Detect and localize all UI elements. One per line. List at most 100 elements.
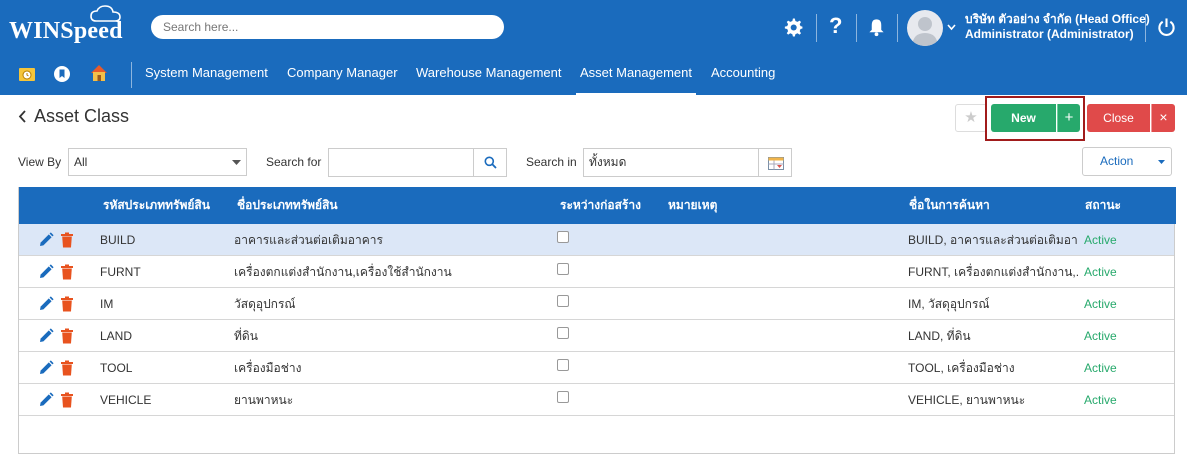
table-row[interactable]: LAND ที่ดิน LAND, ที่ดิน Active [19,320,1174,352]
user-name: Administrator (Administrator) [965,27,1134,41]
table-row[interactable]: FURNT เครื่องตกแต่งสำนักงาน,เครื่องใช้สำ… [19,256,1174,288]
search-for-label: Search for [266,155,322,169]
folder-clock-icon[interactable] [18,65,36,83]
col-asset-class-code[interactable]: รหัสประเภททรัพย์สิน [103,187,210,224]
cell-code: VEHICLE [100,393,152,407]
search-in-picker-button[interactable] [758,148,792,177]
cell-remark [668,288,898,320]
edit-pencil-icon[interactable] [38,264,54,280]
view-by-label: View By [18,155,62,169]
delete-trash-icon[interactable] [60,232,74,248]
under-construction-checkbox[interactable] [557,359,569,371]
under-construction-checkbox[interactable] [557,327,569,339]
cell-remark [668,384,898,416]
under-construction-checkbox[interactable] [557,391,569,403]
cell-remark [668,320,898,352]
nav-company-manager[interactable]: Company Manager [287,57,398,95]
table-row[interactable]: IM วัสดุอุปกรณ์ IM, วัสดุอุปกรณ์ Active [19,288,1174,320]
divider [897,14,898,42]
status-badge: Active [1084,265,1117,279]
cell-code: LAND [100,329,133,343]
delete-trash-icon[interactable] [60,296,74,312]
table-row[interactable]: BUILD อาคารและส่วนต่อเติมอาคาร BUILD, อา… [19,224,1174,256]
col-remark[interactable]: หมายเหตุ [668,187,717,224]
search-in-input[interactable]: ทั้งหมด [583,148,759,177]
cell-name: เครื่องตกแต่งสำนักงาน,เครื่องใช้สำนักงาน [234,265,452,279]
col-asset-class-name[interactable]: ชื่อประเภททรัพย์สิน [237,187,338,224]
action-label: Action [1100,154,1134,168]
cell-code: IM [100,297,114,311]
cell-search-name: FURNT, เครื่องตกแต่งสำนักงาน,... [908,265,1078,279]
cell-remark [668,256,898,288]
cell-name: ยานพาหนะ [234,393,294,407]
cell-code: TOOL [100,361,133,375]
delete-trash-icon[interactable] [60,392,74,408]
edit-pencil-icon[interactable] [38,328,54,344]
top-bar: WINSpeed Search here... ? บริษัท ตัวอย่า… [0,0,1187,57]
view-by-select[interactable]: All [68,148,247,176]
search-in-label: Search in [526,155,577,169]
status-badge: Active [1084,297,1117,311]
under-construction-checkbox[interactable] [557,263,569,275]
col-under-construction[interactable]: ระหว่างก่อสร้าง [560,187,641,224]
under-construction-checkbox[interactable] [557,231,569,243]
status-badge: Active [1084,393,1117,407]
nav-accounting[interactable]: Accounting [711,57,775,95]
status-badge: Active [1084,329,1117,343]
app-logo[interactable]: WINSpeed [9,18,123,45]
table-row[interactable]: TOOL เครื่องมือช่าง TOOL, เครื่องมือช่าง… [19,352,1174,384]
back-chevron-icon[interactable] [18,110,27,123]
delete-trash-icon[interactable] [60,328,74,344]
user-silhouette-icon [912,17,938,46]
favorite-star-button[interactable]: ★ [955,104,987,132]
home-icon[interactable] [89,63,109,83]
grid-header: รหัสประเภททรัพย์สิน ชื่อประเภททรัพย์สิน … [19,187,1176,224]
question-icon[interactable]: ? [829,13,842,39]
table-select-icon [768,157,784,170]
divider [1145,14,1146,42]
cell-search-name: VEHICLE, ยานพาหนะ [908,393,1026,407]
cell-search-name: TOOL, เครื่องมือช่าง [908,361,1015,375]
page-title: Asset Class [34,106,130,126]
edit-pencil-icon[interactable] [38,392,54,408]
edit-pencil-icon[interactable] [38,232,54,248]
global-search-input[interactable]: Search here... [151,15,504,39]
delete-trash-icon[interactable] [60,264,74,280]
gear-icon[interactable] [784,18,803,37]
cell-search-name: BUILD, อาคารและส่วนต่อเติมอา... [908,233,1078,247]
table-row[interactable]: VEHICLE ยานพาหนะ VEHICLE, ยานพาหนะ Activ… [19,384,1174,416]
cell-remark [668,224,898,256]
bookmark-icon[interactable] [53,65,71,83]
bell-icon[interactable] [867,17,886,37]
cell-name: เครื่องมือช่าง [234,361,302,375]
caret-down-icon [1158,160,1165,164]
nav-system-management[interactable]: System Management [145,57,268,95]
under-construction-checkbox[interactable] [557,295,569,307]
search-icon [484,156,497,169]
view-by-value: All [74,155,88,169]
col-status[interactable]: สถานะ [1085,187,1121,224]
delete-trash-icon[interactable] [60,360,74,376]
user-info[interactable]: บริษัท ตัวอย่าง จำกัด (Head Office) Admi… [965,12,1150,42]
status-badge: Active [1084,361,1117,375]
power-icon[interactable] [1157,17,1176,37]
action-dropdown-button[interactable]: Action [1082,147,1172,176]
edit-pencil-icon[interactable] [38,360,54,376]
avatar[interactable] [907,10,943,46]
cell-remark [668,352,898,384]
close-button[interactable]: Close [1087,104,1150,132]
cell-code: BUILD [100,233,136,247]
edit-pencil-icon[interactable] [38,296,54,312]
cell-search-name: IM, วัสดุอุปกรณ์ [908,297,990,311]
nav-warehouse-management[interactable]: Warehouse Management [416,57,562,95]
search-button[interactable] [473,148,507,177]
close-x-button[interactable]: × [1151,104,1175,132]
col-search-name[interactable]: ชื่อในการค้นหา [909,187,990,224]
caret-down-icon [232,160,241,165]
search-for-input[interactable] [328,148,474,177]
new-button[interactable]: New [991,104,1056,132]
nav-asset-management[interactable]: Asset Management [576,57,697,95]
new-dropdown-button[interactable]: + [1057,104,1080,132]
chevron-down-icon[interactable] [947,24,956,31]
cell-name: ที่ดิน [234,329,258,343]
